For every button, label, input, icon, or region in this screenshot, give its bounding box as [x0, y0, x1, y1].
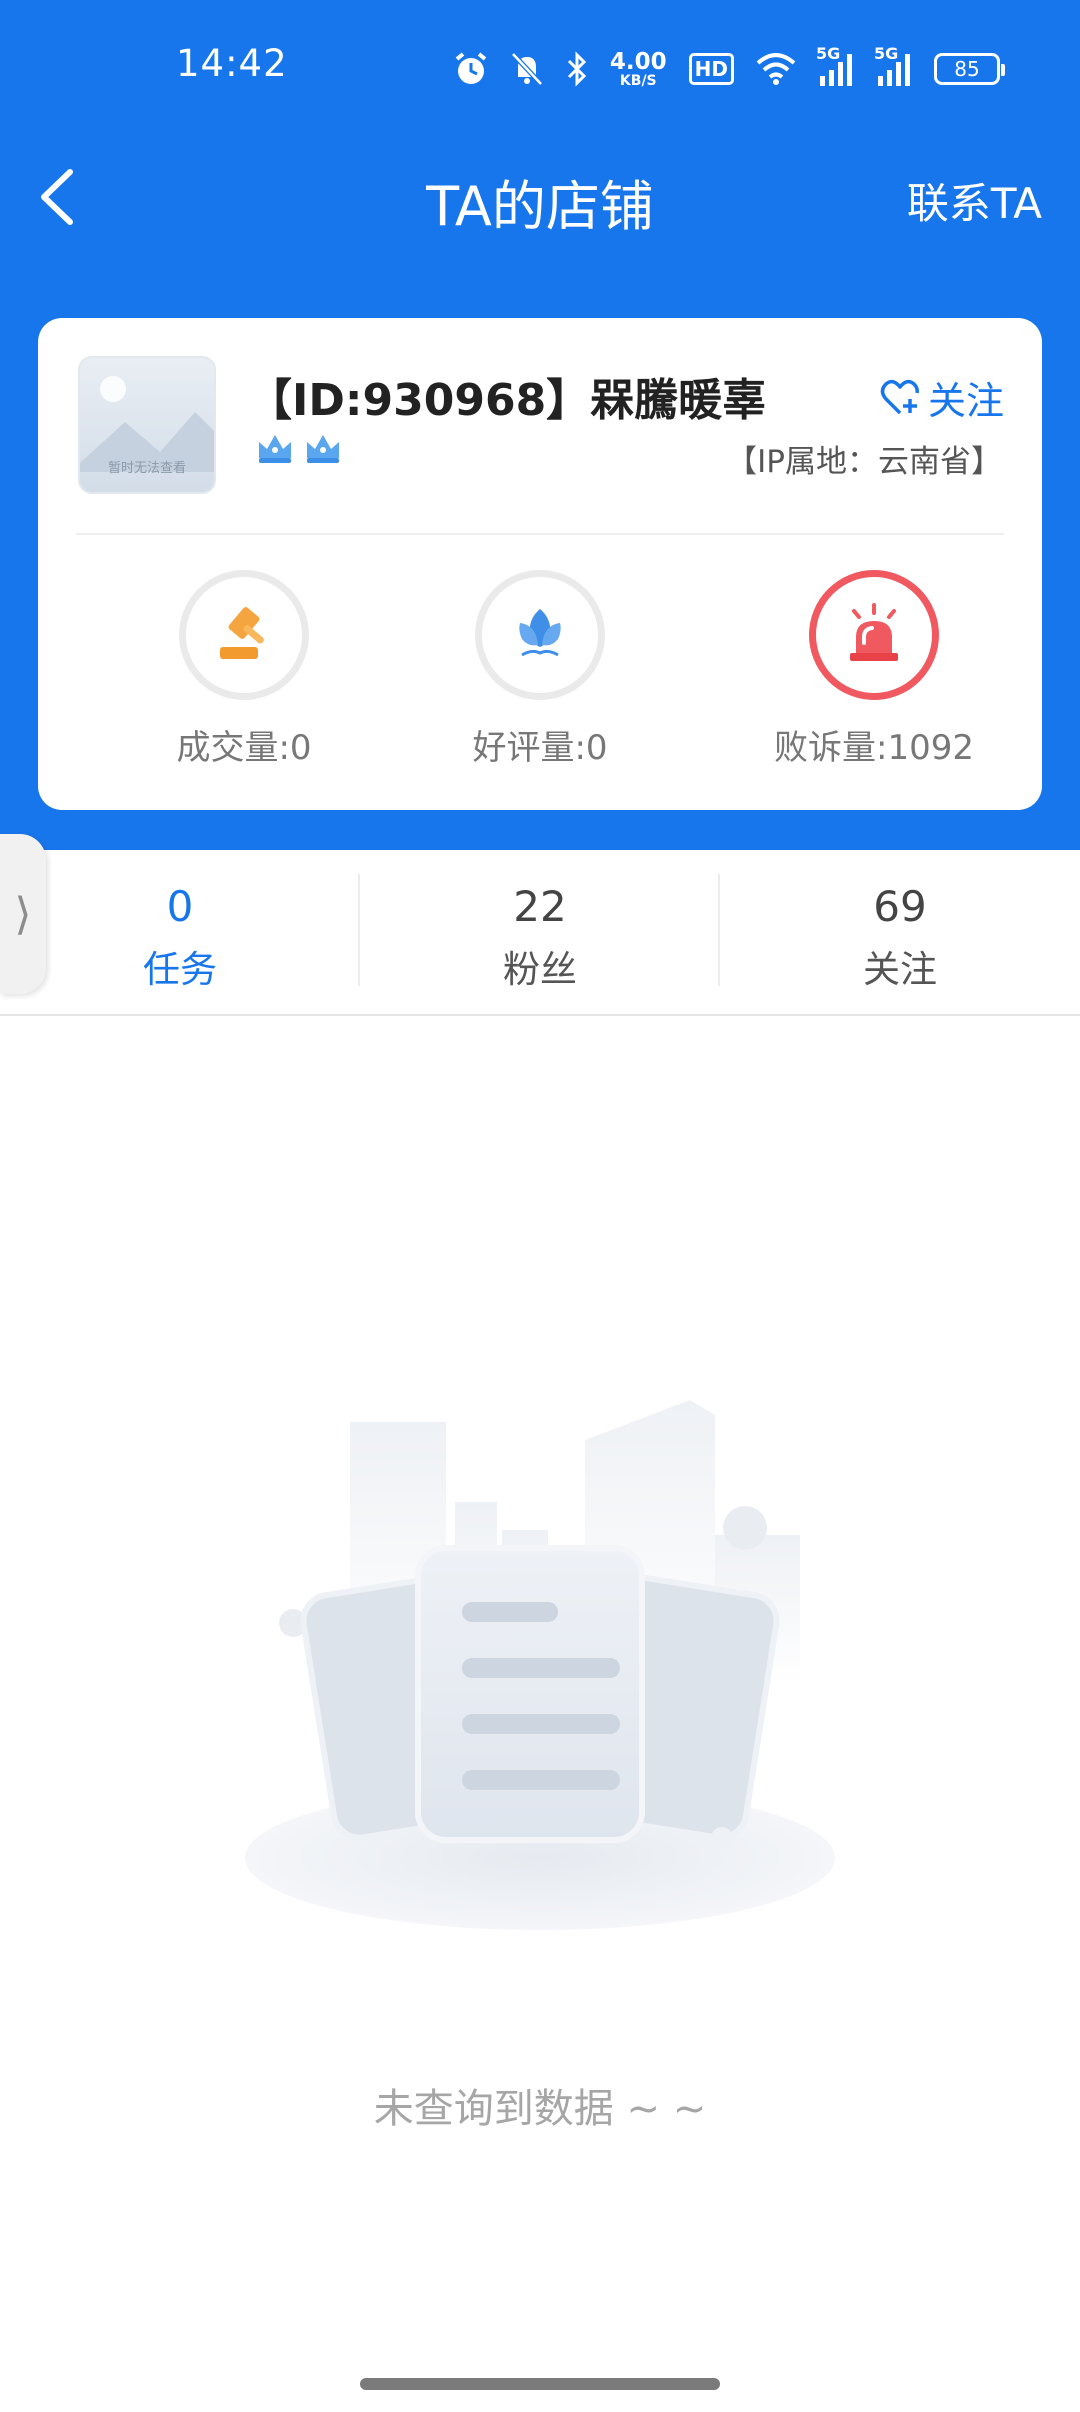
avatar-placeholder-text: 暂时无法查看 — [107, 461, 186, 476]
shop-card: 暂时无法查看 【ID:930968】槑騰暖辜 关注 【IP属地：云南省】 成交量… — [38, 318, 1042, 810]
signal-icon-1: 5G — [816, 44, 854, 86]
stat-deals-ring — [179, 570, 309, 700]
shop-avatar[interactable]: 暂时无法查看 — [78, 356, 216, 494]
status-icons: 4.00 KB/S HD 5G 5G 85 — [454, 44, 1005, 94]
stat-deals-label: 成交量:0 — [176, 728, 312, 768]
stat-good-reviews: 好评量:0 — [420, 570, 660, 769]
hd-badge: HD — [688, 53, 734, 85]
lotus-icon — [519, 609, 561, 657]
stat-good-reviews-ring — [475, 570, 605, 700]
stat-good-reviews-label: 好评量:0 — [472, 728, 608, 768]
side-drawer-handle[interactable]: ⟩ — [0, 834, 46, 994]
tab-fans-count: 22 — [513, 882, 567, 931]
contact-button[interactable]: 联系TA — [907, 170, 1042, 231]
status-time: 14:42 — [176, 42, 288, 85]
gavel-icon — [220, 607, 264, 659]
tab-tasks-label: 任务 — [143, 948, 217, 991]
heart-plus-icon — [880, 379, 919, 414]
tab-tasks-count: 0 — [166, 882, 194, 931]
battery-icon: 85 — [934, 53, 1005, 85]
signal-icon-2: 5G — [874, 44, 912, 86]
stat-complaints: 败诉量:1092 — [754, 570, 994, 769]
tab-fans-label: 粉丝 — [503, 948, 577, 991]
side-handle-glyph: ⟩ — [14, 888, 32, 940]
alarm-icon — [455, 52, 487, 84]
crown-badges — [256, 432, 342, 464]
shop-name: 【ID:930968】槑騰暖辜 — [248, 375, 767, 426]
home-indicator[interactable] — [360, 2378, 720, 2390]
network-speed: 4.00 KB/S — [609, 48, 667, 89]
follow-button[interactable]: 关注 — [880, 370, 1004, 425]
stat-complaints-ring — [809, 570, 939, 700]
tab-fans[interactable]: 22 粉丝 — [360, 852, 720, 1016]
empty-state-text: 未查询到数据 ~ ~ — [373, 2086, 707, 2132]
stat-complaints-label: 败诉量:1092 — [774, 728, 974, 768]
avatar-sun-shape — [100, 376, 126, 402]
empty-state-illustration — [245, 1400, 835, 1930]
card-divider — [76, 533, 1004, 535]
profile-tabs: 0 任务 22 粉丝 69 关注 — [0, 852, 1080, 1016]
wifi-icon — [756, 53, 796, 85]
mute-icon — [511, 52, 543, 86]
tab-tasks[interactable]: 0 任务 — [0, 852, 360, 1016]
tab-following-count: 69 — [873, 882, 927, 931]
status-bar: 14:42 4.00 KB/S HD 5G 5G 85 — [0, 0, 1080, 130]
nav-bar: TA的店铺 联系TA — [0, 140, 1080, 250]
bluetooth-icon — [567, 51, 587, 87]
tab-following[interactable]: 69 关注 — [720, 852, 1080, 1016]
battery-level: 85 — [954, 57, 980, 81]
network-type-1: 5G — [816, 44, 841, 63]
stat-deals: 成交量:0 — [124, 570, 364, 769]
ip-location: 【IP属地：云南省】 — [726, 444, 1002, 480]
crown-icon — [259, 435, 291, 463]
tab-following-label: 关注 — [863, 948, 937, 991]
network-speed-unit: KB/S — [619, 72, 657, 89]
network-speed-value: 4.00 — [609, 48, 667, 75]
network-type-2: 5G — [874, 44, 899, 63]
follow-label: 关注 — [927, 379, 1004, 423]
crown-icon — [307, 435, 339, 463]
alarm-light-icon — [850, 603, 898, 661]
